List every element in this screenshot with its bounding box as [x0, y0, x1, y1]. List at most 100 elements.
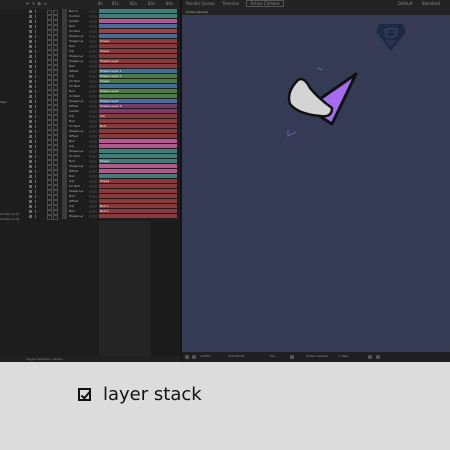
- toggle-switches-modes[interactable]: Toggle Switches / Modes: [26, 356, 63, 362]
- layer-duration-bar[interactable]: Shape Layer: [99, 59, 177, 63]
- tab-timeline[interactable]: Timeline: [222, 1, 239, 6]
- visibility-eye-icon[interactable]: [29, 10, 32, 13]
- switch-icon[interactable]: [35, 75, 42, 78]
- layer-duration-bar[interactable]: [99, 164, 177, 168]
- layer-duration-bar[interactable]: [99, 54, 177, 58]
- switch-icon[interactable]: [35, 150, 42, 153]
- visibility-eye-icon[interactable]: [29, 125, 32, 128]
- switch-icon[interactable]: [35, 200, 42, 203]
- layer-duration-bar[interactable]: [99, 34, 177, 38]
- switch-icon[interactable]: [35, 110, 42, 113]
- visibility-eye-icon[interactable]: [29, 15, 32, 18]
- switch-icon[interactable]: [35, 105, 42, 108]
- timeline-tool-icons[interactable]: ⌖ ✎ ◐ ▭: [26, 1, 47, 7]
- reset-exposure-icon[interactable]: [368, 355, 372, 359]
- layer-duration-bar[interactable]: [99, 134, 177, 138]
- layer-name[interactable]: Shape Lyr: [69, 214, 84, 219]
- visibility-eye-icon[interactable]: [29, 190, 32, 193]
- parent-pickwhip[interactable]: [89, 130, 97, 133]
- switch-icon[interactable]: [35, 35, 42, 38]
- layer-duration-bar[interactable]: [99, 29, 177, 33]
- parent-pickwhip[interactable]: [89, 75, 97, 78]
- parent-pickwhip[interactable]: [89, 200, 97, 203]
- parent-pickwhip[interactable]: [89, 120, 97, 123]
- parent-pickwhip[interactable]: [89, 190, 97, 193]
- visibility-eye-icon[interactable]: [29, 90, 32, 93]
- layer-duration-bar[interactable]: Shape Layer: [99, 89, 177, 93]
- parent-pickwhip[interactable]: [89, 45, 97, 48]
- layer-duration-bar[interactable]: [99, 109, 177, 113]
- visibility-eye-icon[interactable]: [29, 80, 32, 83]
- switch-icon[interactable]: [35, 30, 42, 33]
- switch-icon[interactable]: [35, 185, 42, 188]
- parent-pickwhip[interactable]: [89, 165, 97, 168]
- switch-icon[interactable]: [35, 15, 42, 18]
- parent-pickwhip[interactable]: [89, 135, 97, 138]
- layer-duration-bar[interactable]: [99, 154, 177, 158]
- switch-icon[interactable]: [35, 115, 42, 118]
- visibility-eye-icon[interactable]: [29, 165, 32, 168]
- visibility-eye-icon[interactable]: [29, 150, 32, 153]
- visibility-eye-icon[interactable]: [29, 180, 32, 183]
- zoom-level[interactable]: (100%): [200, 354, 211, 358]
- parent-pickwhip[interactable]: [89, 115, 97, 118]
- switch-icon[interactable]: [35, 140, 42, 143]
- visibility-eye-icon[interactable]: [29, 105, 32, 108]
- tab-render-queue[interactable]: Render Queue: [186, 1, 215, 6]
- layer-duration-bar[interactable]: [99, 174, 177, 178]
- layer-duration-bar[interactable]: [99, 24, 177, 28]
- visibility-eye-icon[interactable]: [29, 130, 32, 133]
- switch-icon[interactable]: [35, 125, 42, 128]
- layer-duration-bar[interactable]: [99, 139, 177, 143]
- switch-icon[interactable]: [35, 130, 42, 133]
- layer-duration-bar[interactable]: [99, 149, 177, 153]
- switch-icon[interactable]: [35, 120, 42, 123]
- parent-pickwhip[interactable]: [89, 215, 97, 218]
- label-color-swatch[interactable]: [62, 214, 67, 219]
- parent-pickwhip[interactable]: [89, 160, 97, 163]
- visibility-eye-icon[interactable]: [29, 200, 32, 203]
- parent-pickwhip[interactable]: [89, 85, 97, 88]
- switch-icon[interactable]: [35, 25, 42, 28]
- parent-pickwhip[interactable]: [89, 20, 97, 23]
- tab-active-camera[interactable]: Active Camera: [246, 0, 284, 7]
- switch-icon[interactable]: [35, 85, 42, 88]
- visibility-eye-icon[interactable]: [29, 70, 32, 73]
- layer-duration-bar[interactable]: Shape: [99, 79, 177, 83]
- switch-icon[interactable]: [35, 210, 42, 213]
- switch-icon[interactable]: [35, 20, 42, 23]
- visibility-eye-icon[interactable]: [29, 60, 32, 63]
- workspace-standard[interactable]: Standard: [422, 1, 440, 6]
- visibility-eye-icon[interactable]: [29, 35, 32, 38]
- visibility-eye-icon[interactable]: [29, 170, 32, 173]
- visibility-eye-icon[interactable]: [29, 145, 32, 148]
- switch-icon[interactable]: [35, 70, 42, 73]
- visibility-eye-icon[interactable]: [29, 210, 32, 213]
- layer-duration-bar[interactable]: [99, 64, 177, 68]
- layer-switch-checkbox[interactable]: [47, 215, 52, 220]
- visibility-eye-icon[interactable]: [29, 65, 32, 68]
- switch-icon[interactable]: [35, 160, 42, 163]
- switch-icon[interactable]: [35, 55, 42, 58]
- switch-icon[interactable]: [35, 50, 42, 53]
- visibility-eye-icon[interactable]: [29, 155, 32, 158]
- parent-pickwhip[interactable]: [89, 60, 97, 63]
- visibility-eye-icon[interactable]: [29, 45, 32, 48]
- layer-duration-bar[interactable]: Shape: [99, 159, 177, 163]
- parent-pickwhip[interactable]: [89, 175, 97, 178]
- switch-icon[interactable]: [35, 215, 42, 218]
- layer-duration-bar[interactable]: Shape Layer: [99, 99, 177, 103]
- switch-icon[interactable]: [35, 80, 42, 83]
- parent-pickwhip[interactable]: [89, 105, 97, 108]
- layer-duration-bar[interactable]: [99, 44, 177, 48]
- layer-duration-bar[interactable]: Shape Layer 2: [99, 74, 177, 78]
- switch-icon[interactable]: [35, 180, 42, 183]
- parent-pickwhip[interactable]: [89, 150, 97, 153]
- parent-pickwhip[interactable]: [89, 125, 97, 128]
- parent-pickwhip[interactable]: [89, 100, 97, 103]
- region-icon[interactable]: [290, 355, 294, 359]
- parent-pickwhip[interactable]: [89, 155, 97, 158]
- layer-duration-bar[interactable]: [99, 19, 177, 23]
- visibility-eye-icon[interactable]: [29, 195, 32, 198]
- layer-duration-bar[interactable]: Null: [99, 124, 177, 128]
